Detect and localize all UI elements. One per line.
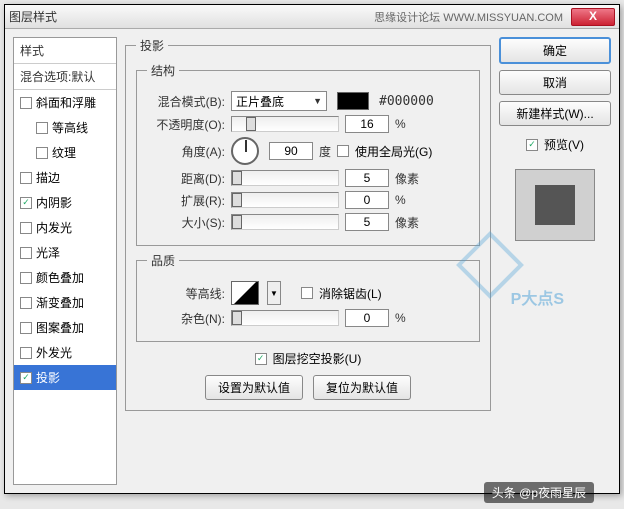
style-label: 投影 — [36, 369, 60, 386]
contour-picker[interactable] — [231, 281, 259, 305]
style-checkbox[interactable] — [20, 322, 32, 334]
knockout-checkbox[interactable]: ✓ — [255, 353, 267, 365]
style-checkbox[interactable]: ✓ — [20, 197, 32, 209]
footer-watermark: 头条 @p夜雨星辰 — [484, 482, 594, 503]
preview-box — [515, 169, 595, 241]
style-checkbox[interactable] — [20, 272, 32, 284]
knockout-label: 图层挖空投影(U) — [273, 350, 362, 367]
size-label: 大小(S): — [147, 214, 225, 231]
new-style-button[interactable]: 新建样式(W)... — [499, 101, 611, 126]
ok-button[interactable]: 确定 — [499, 37, 611, 64]
quality-legend: 品质 — [147, 252, 179, 269]
noise-label: 杂色(N): — [147, 310, 225, 327]
style-label: 内发光 — [36, 219, 72, 236]
opacity-label: 不透明度(O): — [147, 116, 225, 133]
style-label: 图案叠加 — [36, 319, 84, 336]
layer-style-dialog: 图层样式 思缘设计论坛 WWW.MISSYUAN.COM X 样式 混合选项:默… — [4, 4, 620, 494]
global-light-checkbox[interactable] — [337, 145, 349, 157]
opacity-input[interactable] — [345, 115, 389, 133]
style-item[interactable]: 斜面和浮雕 — [14, 90, 116, 115]
angle-dial[interactable] — [231, 137, 259, 165]
style-item[interactable]: 等高线 — [14, 115, 116, 140]
antialias-label: 消除锯齿(L) — [319, 285, 382, 302]
style-checkbox[interactable] — [20, 222, 32, 234]
titlebar: 图层样式 思缘设计论坛 WWW.MISSYUAN.COM X — [5, 5, 619, 29]
style-item[interactable]: ✓ 投影 — [14, 365, 116, 390]
color-hex: #000000 — [379, 94, 434, 109]
structure-group: 结构 混合模式(B): 正片叠底 #000000 不透明度(O): % — [136, 62, 480, 246]
style-item[interactable]: 渐变叠加 — [14, 290, 116, 315]
style-label: 等高线 — [52, 119, 88, 136]
noise-input[interactable] — [345, 309, 389, 327]
global-light-label: 使用全局光(G) — [355, 143, 432, 160]
shadow-group: 投影 结构 混合模式(B): 正片叠底 #000000 不透明度(O): % — [125, 37, 491, 411]
styles-panel: 样式 混合选项:默认 斜面和浮雕等高线纹理描边 ✓ 内阴影内发光光泽颜色叠加渐变叠加… — [13, 37, 117, 485]
distance-unit: 像素 — [395, 170, 419, 187]
style-item[interactable]: 纹理 — [14, 140, 116, 165]
noise-slider[interactable] — [231, 310, 339, 326]
style-checkbox[interactable] — [20, 297, 32, 309]
style-label: 内阴影 — [36, 194, 72, 211]
color-swatch[interactable] — [337, 92, 369, 110]
style-checkbox[interactable] — [36, 122, 48, 134]
shadow-legend: 投影 — [136, 37, 168, 54]
blend-options-default[interactable]: 混合选项:默认 — [14, 64, 116, 90]
style-item[interactable]: 颜色叠加 — [14, 265, 116, 290]
close-button[interactable]: X — [571, 8, 615, 26]
cancel-button[interactable]: 取消 — [499, 70, 611, 95]
set-default-button[interactable]: 设置为默认值 — [205, 375, 303, 400]
preview-label: 预览(V) — [544, 136, 584, 153]
style-label: 外发光 — [36, 344, 72, 361]
style-item[interactable]: 描边 — [14, 165, 116, 190]
structure-legend: 结构 — [147, 62, 179, 79]
style-checkbox[interactable] — [20, 347, 32, 359]
opacity-unit: % — [395, 117, 406, 131]
spread-slider[interactable] — [231, 192, 339, 208]
style-label: 纹理 — [52, 144, 76, 161]
style-checkbox[interactable]: ✓ — [20, 372, 32, 384]
size-input[interactable] — [345, 213, 389, 231]
style-item[interactable]: 内发光 — [14, 215, 116, 240]
style-label: 斜面和浮雕 — [36, 94, 96, 111]
contour-dropdown[interactable]: ▼ — [267, 281, 281, 305]
style-checkbox[interactable] — [20, 247, 32, 259]
style-label: 颜色叠加 — [36, 269, 84, 286]
size-unit: 像素 — [395, 214, 419, 231]
preview-checkbox[interactable]: ✓ — [526, 139, 538, 151]
contour-label: 等高线: — [147, 285, 225, 302]
blend-mode-combo[interactable]: 正片叠底 — [231, 91, 327, 111]
style-item[interactable]: 图案叠加 — [14, 315, 116, 340]
size-slider[interactable] — [231, 214, 339, 230]
distance-label: 距离(D): — [147, 170, 225, 187]
angle-label: 角度(A): — [147, 143, 225, 160]
style-item[interactable]: ✓ 内阴影 — [14, 190, 116, 215]
forum-text: 思缘设计论坛 WWW.MISSYUAN.COM — [374, 9, 563, 25]
style-checkbox[interactable] — [36, 147, 48, 159]
right-panel: 确定 取消 新建样式(W)... ✓ 预览(V) — [499, 37, 611, 485]
antialias-checkbox[interactable] — [301, 287, 313, 299]
opacity-slider[interactable] — [231, 116, 339, 132]
distance-slider[interactable] — [231, 170, 339, 186]
dialog-title: 图层样式 — [9, 8, 374, 25]
style-label: 渐变叠加 — [36, 294, 84, 311]
angle-input[interactable] — [269, 142, 313, 160]
spread-label: 扩展(R): — [147, 192, 225, 209]
reset-default-button[interactable]: 复位为默认值 — [313, 375, 411, 400]
style-checkbox[interactable] — [20, 172, 32, 184]
style-item[interactable]: 外发光 — [14, 340, 116, 365]
style-label: 描边 — [36, 169, 60, 186]
spread-input[interactable] — [345, 191, 389, 209]
style-label: 光泽 — [36, 244, 60, 261]
quality-group: 品质 等高线: ▼ 消除锯齿(L) 杂色(N): % — [136, 252, 480, 342]
style-item[interactable]: 光泽 — [14, 240, 116, 265]
blend-mode-label: 混合模式(B): — [147, 93, 225, 110]
noise-unit: % — [395, 311, 406, 325]
distance-input[interactable] — [345, 169, 389, 187]
spread-unit: % — [395, 193, 406, 207]
style-checkbox[interactable] — [20, 97, 32, 109]
angle-unit: 度 — [319, 143, 331, 160]
styles-header[interactable]: 样式 — [14, 38, 116, 64]
